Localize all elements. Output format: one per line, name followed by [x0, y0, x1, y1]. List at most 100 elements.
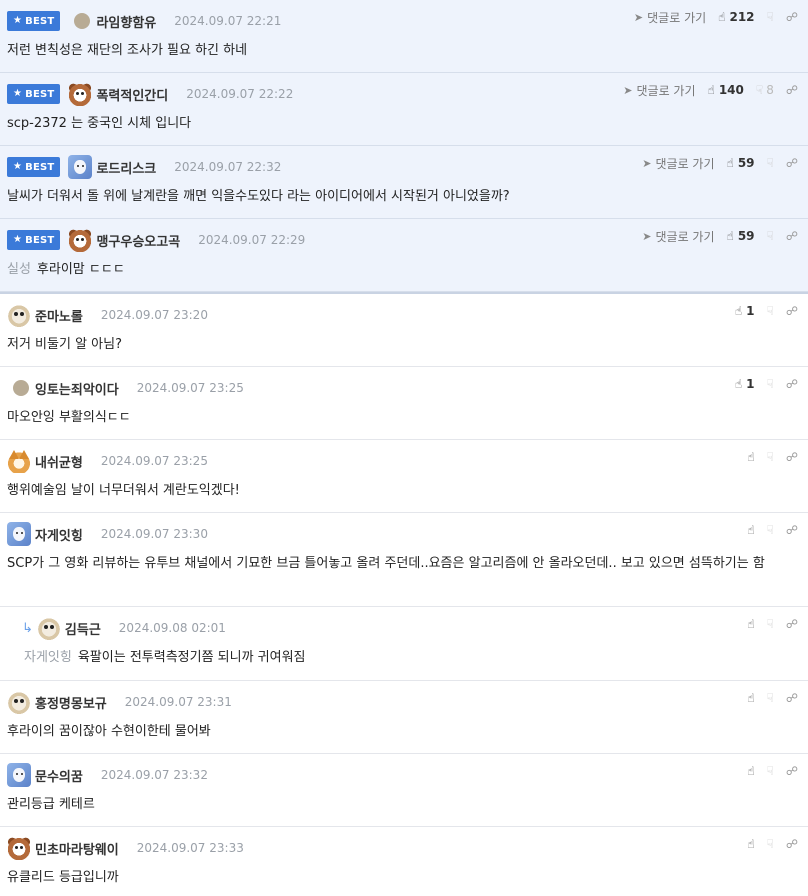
downvote-button[interactable]: ☟ 8 [756, 83, 774, 97]
link-icon: ☍ [785, 304, 798, 318]
goto-comment-link[interactable]: ➤ 댓글로 가기 [623, 82, 695, 99]
downvote-button[interactable]: ☟ [767, 156, 774, 170]
comment: 홍정명몽보규 2024.09.07 23:31 ☝ ☟ ☍ 후라이의 꿈이잖아 … [0, 681, 808, 754]
author-nickname[interactable]: 맹구우승오고곡 [96, 231, 180, 250]
share-button[interactable]: ☍ [786, 837, 798, 851]
upvote-button[interactable]: ☝ 140 [708, 83, 744, 97]
comment-date: 2024.09.07 23:30 [100, 527, 208, 541]
downvote-button[interactable]: ☟ [767, 304, 774, 318]
share-button[interactable]: ☍ [786, 617, 798, 631]
star-icon: ★ [13, 234, 23, 245]
comment-text: 저거 비둘기 알 아님? [7, 337, 122, 352]
downvote-button[interactable]: ☟ [767, 617, 774, 631]
author-nickname[interactable]: 홍정명몽보규 [35, 693, 107, 712]
avatar[interactable] [7, 449, 31, 473]
share-button[interactable]: ☍ [786, 764, 798, 778]
send-arrow-icon: ➤ [642, 229, 652, 243]
comment-text: 날씨가 더워서 돌 위에 날계란을 깨면 익을수도있다 라는 아이디어에서 시작… [7, 189, 510, 204]
author-nickname[interactable]: 김득근 [65, 619, 101, 638]
upvote-button[interactable]: ☝ 59 [727, 229, 755, 243]
avatar[interactable] [7, 836, 31, 860]
share-button[interactable]: ☍ [786, 229, 798, 243]
comment-tools: ➤ 댓글로 가기 ☝ 59 ☟ ☍ [642, 225, 798, 247]
comment-date: 2024.09.07 23:33 [136, 841, 244, 855]
share-button[interactable]: ☍ [786, 691, 798, 705]
thumbs-up-icon: ☝ [726, 156, 734, 170]
goto-comment-link[interactable]: ➤ 댓글로 가기 [642, 228, 714, 245]
avatar[interactable] [68, 228, 93, 252]
downvote-button[interactable]: ☟ [767, 377, 774, 391]
avatar[interactable] [68, 82, 93, 106]
thumbs-up-icon: ☝ [747, 764, 755, 778]
comment-tools: ➤ 댓글로 가기 ☝ 140 ☟ 8 ☍ [623, 79, 798, 101]
avatar[interactable] [36, 616, 61, 640]
link-icon: ☍ [785, 617, 798, 631]
avatar[interactable] [74, 13, 91, 29]
avatar[interactable] [7, 522, 31, 546]
share-button[interactable]: ☍ [786, 304, 798, 318]
avatar[interactable] [13, 380, 29, 396]
comment-date: 2024.09.07 23:25 [136, 381, 244, 395]
comment-tools: ☝ 1 ☟ ☍ [735, 300, 798, 322]
best-badge: ★ BEST [7, 84, 61, 104]
upvote-count: 59 [737, 229, 755, 243]
link-icon: ☍ [785, 691, 798, 705]
upvote-button[interactable]: ☝ [747, 764, 754, 778]
link-icon: ☍ [785, 837, 798, 851]
avatar[interactable] [7, 690, 31, 714]
share-button[interactable]: ☍ [786, 523, 798, 537]
author-nickname[interactable]: 문수의꿈 [35, 766, 83, 785]
author-nickname[interactable]: 잉토는죄악이다 [35, 379, 119, 398]
author-nickname[interactable]: 로드리스크 [96, 158, 156, 177]
downvote-button[interactable]: ☟ [767, 837, 774, 851]
author-nickname[interactable]: 내쉬균형 [35, 452, 83, 471]
upvote-button[interactable]: ☝ [747, 837, 754, 851]
avatar[interactable] [68, 155, 93, 179]
thumbs-down-icon: ☟ [755, 83, 764, 97]
downvote-button[interactable]: ☟ [767, 764, 774, 778]
best-comment: ★ BEST 라임향함유 2024.09.07 22:21 ➤ 댓글로 가기 ☝ 21… [0, 0, 808, 73]
downvote-button[interactable]: ☟ [767, 450, 774, 464]
author-nickname[interactable]: 폭력적인간디 [96, 85, 168, 104]
upvote-button[interactable]: ☝ [747, 691, 754, 705]
comment-header: 잉토는죄악이다 2024.09.07 23:25 [7, 377, 808, 399]
author-nickname[interactable]: 라임향함유 [96, 12, 156, 31]
best-badge: ★ BEST [7, 230, 61, 250]
author-nickname[interactable]: 준마노롤 [35, 306, 83, 325]
share-button[interactable]: ☍ [786, 450, 798, 464]
author-nickname[interactable]: 민초마라탕웨이 [35, 839, 119, 858]
avatar[interactable] [7, 303, 31, 327]
downvote-button[interactable]: ☟ [767, 523, 774, 537]
upvote-button[interactable]: ☝ 1 [735, 377, 755, 391]
downvote-button[interactable]: ☟ [767, 10, 774, 24]
comment-tools: ☝ ☟ ☍ [747, 760, 798, 782]
upvote-button[interactable]: ☝ 212 [718, 10, 754, 24]
comment-date: 2024.09.07 23:25 [100, 454, 208, 468]
thumbs-down-icon: ☟ [766, 617, 774, 631]
downvote-count: 8 [766, 83, 774, 97]
thumbs-up-icon: ☝ [718, 10, 726, 24]
reply-target-name[interactable]: 자게잇힝 [24, 650, 72, 665]
thumbs-down-icon: ☟ [766, 691, 774, 705]
upvote-button[interactable]: ☝ [747, 523, 754, 537]
thumbs-up-icon: ☝ [747, 617, 755, 631]
reply-target-name[interactable]: 실성 [7, 262, 31, 277]
share-button[interactable]: ☍ [786, 156, 798, 170]
downvote-button[interactable]: ☟ [767, 691, 774, 705]
share-button[interactable]: ☍ [786, 377, 798, 391]
upvote-button[interactable]: ☝ [747, 450, 754, 464]
upvote-count: 1 [746, 304, 755, 318]
upvote-button[interactable]: ☝ 1 [735, 304, 755, 318]
goto-comment-link[interactable]: ➤ 댓글로 가기 [642, 155, 714, 172]
upvote-button[interactable]: ☝ [747, 617, 754, 631]
comment-header: ↳ 김득근 2024.09.08 02:01 [22, 616, 808, 640]
best-comment: ★ BEST 맹구우승오고곡 2024.09.07 22:29 ➤ 댓글로 가기 ☝… [0, 219, 808, 292]
avatar[interactable] [7, 763, 31, 787]
share-button[interactable]: ☍ [786, 83, 798, 97]
author-nickname[interactable]: 자게잇힝 [35, 525, 83, 544]
share-button[interactable]: ☍ [786, 10, 798, 24]
goto-comment-link[interactable]: ➤ 댓글로 가기 [634, 9, 706, 26]
upvote-button[interactable]: ☝ 59 [727, 156, 755, 170]
comment-date: 2024.09.07 23:20 [100, 308, 208, 322]
downvote-button[interactable]: ☟ [767, 229, 774, 243]
